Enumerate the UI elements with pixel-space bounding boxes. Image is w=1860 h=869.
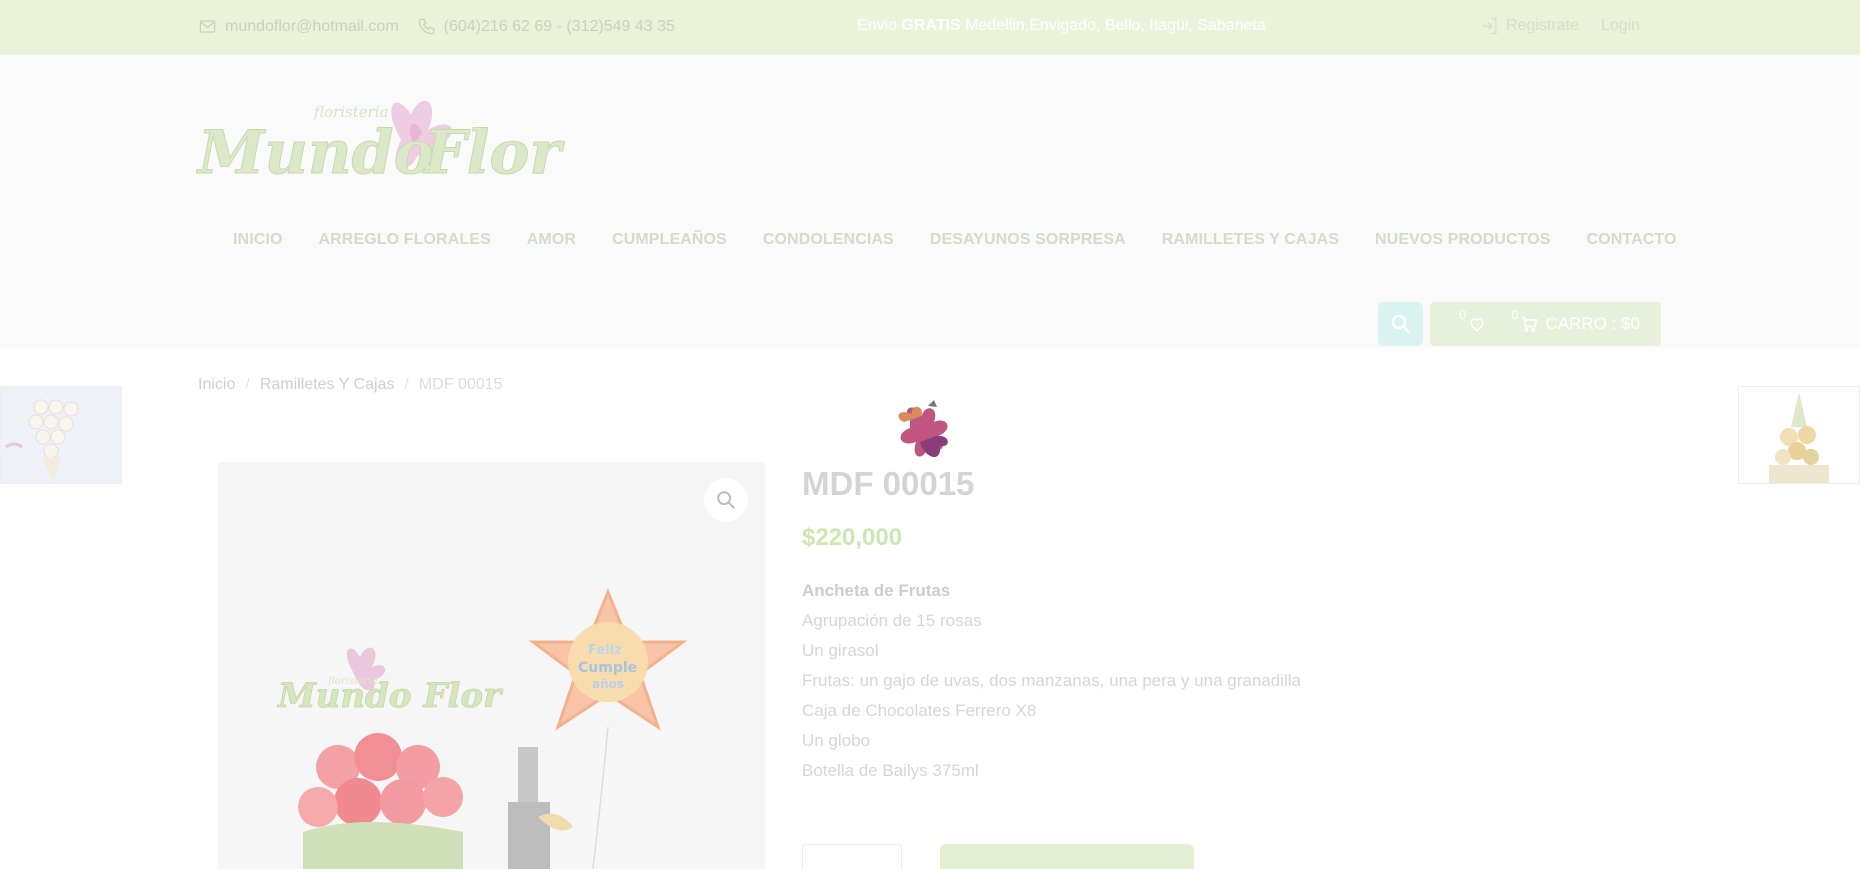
phone-link[interactable]: (604)216 62 69 - (312)549 43 35 xyxy=(417,17,675,36)
product-image[interactable]: floristeria Mundo Flor Feliz Cumple años xyxy=(218,462,765,869)
search-icon xyxy=(1391,314,1410,333)
nav-item-arreglo-florales[interactable]: ARREGLO FLORALES xyxy=(319,231,491,249)
email-text: mundoflor@hotmail.com xyxy=(225,17,399,35)
product-title: MDF 00015 xyxy=(802,465,975,502)
main-nav: INICIO ARREGLO FLORALES AMOR CUMPLEAÑOS … xyxy=(233,231,1677,249)
breadcrumb: Inicio / Ramilletes Y Cajas / MDF 00015 xyxy=(198,376,502,394)
product-photo: floristeria Mundo Flor Feliz Cumple años xyxy=(218,462,765,869)
next-product-thumbnail[interactable] xyxy=(1738,386,1860,484)
nav-item-amor[interactable]: AMOR xyxy=(527,231,576,249)
balloon-text-feliz: Feliz xyxy=(588,643,622,658)
nav-item-contacto[interactable]: CONTACTO xyxy=(1587,231,1677,249)
phone-text: (604)216 62 69 - (312)549 43 35 xyxy=(443,17,675,35)
nav-item-cumpleanos[interactable]: CUMPLEAÑOS xyxy=(612,231,727,249)
mail-icon xyxy=(199,20,216,33)
search-button[interactable] xyxy=(1378,302,1423,346)
previous-product-thumbnail[interactable] xyxy=(0,386,122,484)
balloon-text-anos: años xyxy=(592,677,624,691)
quantity-input[interactable] xyxy=(802,844,902,869)
add-to-cart-button[interactable] xyxy=(940,844,1194,869)
top-bar: mundoflor@hotmail.com (604)216 62 69 - (… xyxy=(0,0,1860,55)
wishlist-count: 0 xyxy=(1459,307,1467,322)
product-price: $220,000 xyxy=(802,524,903,551)
description-line: Un globo xyxy=(802,731,871,750)
nav-item-inicio[interactable]: INICIO xyxy=(233,231,283,249)
shipping-prefix: Envio xyxy=(857,17,902,34)
svg-text:Mundo: Mundo xyxy=(196,118,434,188)
zoom-button[interactable] xyxy=(704,478,748,522)
phone-icon xyxy=(418,18,434,35)
contact-info: mundoflor@hotmail.com (604)216 62 69 - (… xyxy=(198,17,675,36)
shipping-notice: Envio GRATIS Medellin,Envigado, Bello, I… xyxy=(857,17,1266,35)
nav-item-desayunos-sorpresa[interactable]: DESAYUNOS SORPRESA xyxy=(930,231,1126,249)
previous-product-image xyxy=(1,387,121,483)
email-link[interactable]: mundoflor@hotmail.com xyxy=(198,17,399,36)
description-line: Caja de Chocolates Ferrero X8 xyxy=(802,701,1037,720)
svg-text:Flor: Flor xyxy=(422,118,565,188)
cart-link[interactable]: 0 xyxy=(1511,307,1539,334)
breadcrumb-ramilletes[interactable]: Ramilletes Y Cajas xyxy=(260,376,395,394)
breadcrumb-inicio[interactable]: Inicio xyxy=(198,376,235,394)
description-heading: Ancheta de Frutas xyxy=(802,581,951,600)
login-arrow-icon xyxy=(1482,17,1497,35)
next-product-image xyxy=(1739,387,1859,483)
breadcrumb-separator: / xyxy=(404,376,409,393)
cart-button[interactable]: 0 0 CARRO : $0 xyxy=(1430,302,1661,346)
description-line: Agrupación de 15 rosas xyxy=(802,611,982,630)
description-line: Frutas: un gajo de uvas, dos manzanas, u… xyxy=(802,671,1301,690)
account-links: Registrate Login xyxy=(1480,16,1640,36)
nav-item-nuevos-productos[interactable]: NUEVOS PRODUCTOS xyxy=(1375,231,1551,249)
breadcrumb-current: MDF 00015 xyxy=(418,376,503,393)
shipping-free: GRATIS xyxy=(901,17,961,34)
wishlist-link[interactable]: 0 xyxy=(1459,307,1487,334)
nav-item-ramilletes-y-cajas[interactable]: RAMILLETES Y CAJAS xyxy=(1162,231,1339,249)
balloon-text-cumple: Cumple xyxy=(578,660,637,676)
site-header: floristeria Mundo Flor INICIO ARREGLO FL… xyxy=(0,55,1860,348)
description-line: Un girasol xyxy=(802,641,879,660)
image-logo-script: Mundo Flor xyxy=(277,676,503,716)
description-line: Botella de Bailys 375ml xyxy=(802,761,979,780)
cart-icon xyxy=(1521,316,1538,332)
mundo-flor-logo[interactable]: floristeria Mundo Flor xyxy=(196,85,588,195)
cart-count: 0 xyxy=(1511,307,1519,322)
nav-item-condolencias[interactable]: CONDOLENCIAS xyxy=(763,231,894,249)
login-link[interactable]: Login xyxy=(1601,17,1640,35)
product-description: Ancheta de Frutas Agrupación de 15 rosas… xyxy=(802,576,1301,786)
heart-icon xyxy=(1470,318,1484,332)
register-link[interactable]: Registrate xyxy=(1506,17,1579,35)
magnifier-icon xyxy=(717,491,735,509)
breadcrumb-separator: / xyxy=(245,376,250,393)
cart-total: CARRO : $0 xyxy=(1545,314,1640,333)
shipping-cities: Medellin,Envigado, Bello, Itagüi, Sabane… xyxy=(960,17,1266,34)
